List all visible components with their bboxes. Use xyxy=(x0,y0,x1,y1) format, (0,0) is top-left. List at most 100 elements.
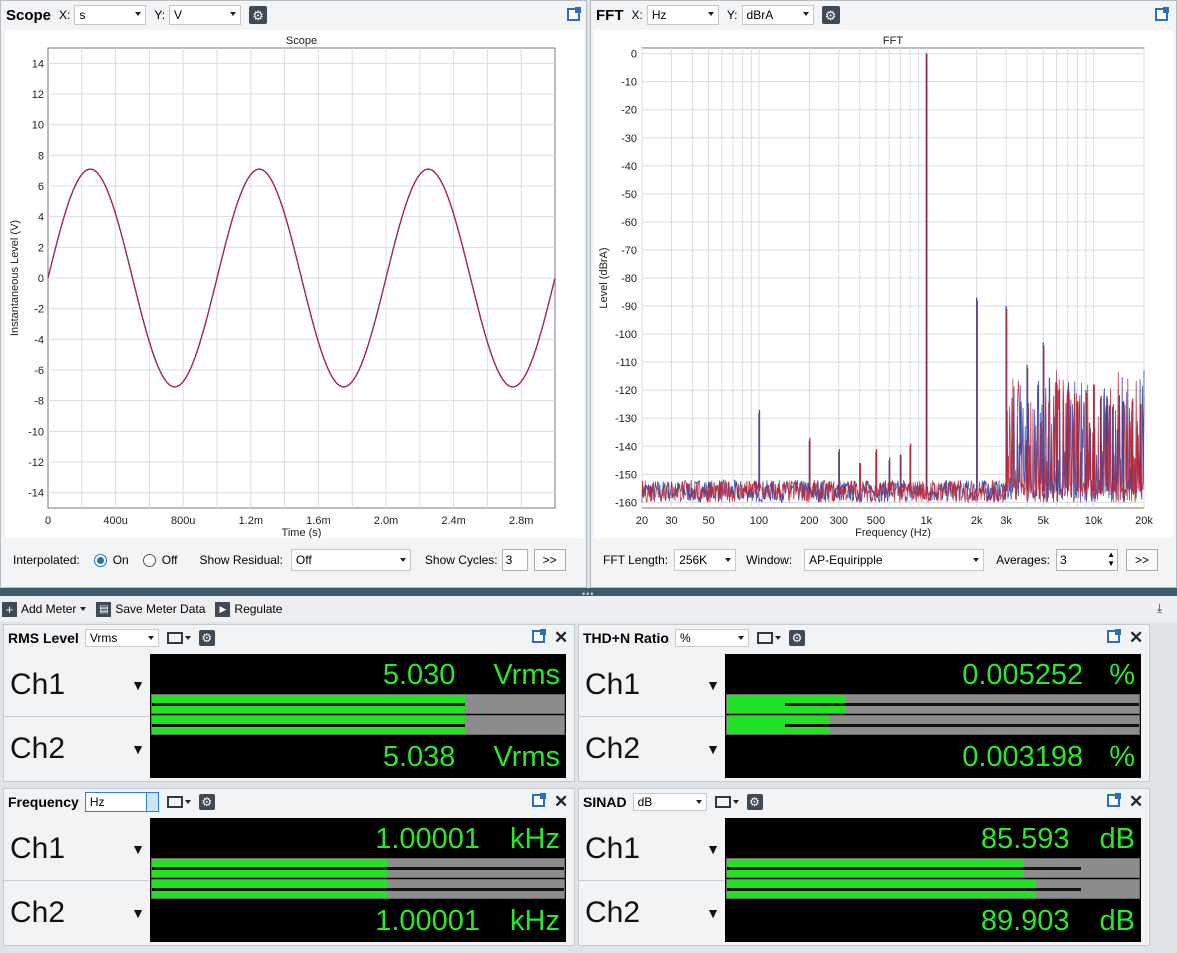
ch1-readout: 85.593 dB xyxy=(725,818,1141,860)
ch1-unit: Vrms xyxy=(493,658,560,691)
x-tick-label: 400u xyxy=(103,515,127,527)
ch2-value: 5.038 xyxy=(382,740,456,773)
interpolated-off-radio[interactable] xyxy=(142,553,156,567)
fft-more-button[interactable]: >> xyxy=(1125,549,1158,571)
ch1-readout: 0.005252% xyxy=(725,654,1141,696)
thdn-display: 0.005252% 0.003198% xyxy=(725,654,1141,778)
gear-icon[interactable]: ⚙ xyxy=(198,794,215,810)
scope-more-button[interactable]: >> xyxy=(533,549,566,571)
chevron-down-icon[interactable] xyxy=(184,800,191,804)
y-tick-label: -2 xyxy=(34,304,44,316)
thdn-unit-select[interactable]: % xyxy=(674,629,749,647)
gear-icon[interactable]: ⚙ xyxy=(821,6,840,24)
close-icon[interactable]: ✕ xyxy=(1129,629,1143,646)
popout-icon[interactable] xyxy=(1107,793,1121,807)
x-tick-label: 1k xyxy=(920,515,932,527)
dropdown-arrow-icon[interactable]: ▼ xyxy=(706,841,720,857)
gear-icon[interactable]: ⚙ xyxy=(746,794,763,810)
y-tick-label: 2 xyxy=(38,242,44,254)
ch1-label-row: Ch1 ▼ xyxy=(4,653,149,716)
scope-x-unit-select[interactable]: s xyxy=(74,5,147,25)
sinad-unit-select[interactable]: dB xyxy=(632,793,707,811)
dropdown-arrow-icon[interactable]: ▼ xyxy=(706,741,720,757)
popout-icon[interactable] xyxy=(532,793,546,807)
ch1-value: 1.00001 xyxy=(375,822,481,855)
meter-title: RMS Level xyxy=(8,630,79,646)
chart-icon[interactable] xyxy=(714,796,731,808)
sinad-meter: SINAD dB ⚙ ✕ Ch1 ▼ Ch2 ▼ 85.593 dB 89.903 dB xyxy=(578,788,1150,946)
dropdown-arrow-icon[interactable]: ▼ xyxy=(131,741,145,757)
ch1-bar-marker xyxy=(727,867,1082,870)
close-icon[interactable]: ✕ xyxy=(554,629,568,646)
y-tick-label: -100 xyxy=(615,329,637,341)
show-residual-select[interactable]: Off xyxy=(290,549,411,571)
meter-title: Frequency xyxy=(8,794,79,810)
interpolated-on-label: On xyxy=(112,553,129,567)
ch1-readout: 1.00001 kHz xyxy=(150,818,566,860)
fft-length-select[interactable]: 256K xyxy=(674,549,737,571)
x-tick-label: 10k xyxy=(1085,515,1103,527)
show-cycles-input[interactable]: 3 xyxy=(501,549,528,571)
rms-unit-value: Vrms xyxy=(89,631,118,645)
x-tick-label: 20 xyxy=(636,515,648,527)
chart-icon[interactable] xyxy=(166,632,183,644)
popout-icon[interactable] xyxy=(1155,7,1169,21)
ch1-level-bar xyxy=(151,858,565,878)
frequency-display: 1.00001 kHz 1.00001 kHz xyxy=(150,818,566,942)
ch2-readout: 0.003198% xyxy=(725,736,1141,778)
download-icon[interactable]: ⤓ xyxy=(1157,601,1162,616)
chevron-down-icon xyxy=(802,12,809,16)
close-icon[interactable]: ✕ xyxy=(554,793,568,810)
chevron-down-icon[interactable] xyxy=(732,800,739,804)
popout-icon[interactable] xyxy=(567,7,581,21)
panel-splitter[interactable]: ••• xyxy=(0,588,1177,599)
ch1-level-bar xyxy=(726,858,1140,878)
ch2-level-bar xyxy=(151,715,565,735)
gear-icon[interactable]: ⚙ xyxy=(198,630,215,646)
fft-y-unit-select[interactable]: dBrA xyxy=(741,5,814,25)
gear-icon[interactable]: ⚙ xyxy=(788,630,805,646)
save-meter-data-button[interactable]: ▤ Save Meter Data xyxy=(96,601,206,617)
rms-unit-select[interactable]: Vrms xyxy=(84,629,159,647)
averages-input[interactable]: 3 ▲ ▼ xyxy=(1055,549,1118,571)
add-meter-button[interactable]: + Add Meter xyxy=(2,601,87,617)
fft-chart: FFT 0 -10 -20 -30 -40 -50 -60 -70 -80 -90 -100 -110 -… xyxy=(598,35,1153,539)
window-select[interactable]: AP-Equiripple xyxy=(804,549,985,571)
ch2-label-row: Ch2 ▼ xyxy=(579,881,724,944)
chevron-down-icon[interactable] xyxy=(184,636,191,640)
popout-icon[interactable] xyxy=(1107,629,1121,643)
y-tick-label: -130 xyxy=(615,413,637,425)
freq-unit-select[interactable]: Hz xyxy=(84,792,159,812)
popout-icon[interactable] xyxy=(532,629,546,643)
chevron-down-icon xyxy=(135,12,142,16)
fft-x-unit-select[interactable]: Hz xyxy=(646,5,719,25)
scope-y-unit-select[interactable]: V xyxy=(169,5,242,25)
dropdown-arrow-icon[interactable]: ▼ xyxy=(131,841,145,857)
interpolated-on-radio[interactable] xyxy=(93,553,107,567)
regulate-button[interactable]: ▶ Regulate xyxy=(215,601,282,617)
sinad-display: 85.593 dB 89.903 dB xyxy=(725,818,1141,942)
dropdown-arrow-icon[interactable]: ▼ xyxy=(131,905,145,921)
ch2-level-bar xyxy=(151,879,565,899)
chart-icon[interactable] xyxy=(166,796,183,808)
scope-y-unit: V xyxy=(174,8,183,22)
spinner-icon[interactable]: ▲ ▼ xyxy=(1107,550,1115,568)
y-tick-label: -12 xyxy=(28,457,44,469)
ch1-value: 85.593 xyxy=(980,822,1070,855)
chevron-down-icon[interactable] xyxy=(774,636,781,640)
y-tick-label: -150 xyxy=(615,469,637,481)
dropdown-arrow-icon[interactable]: ▼ xyxy=(131,677,145,693)
ch2-level-bar xyxy=(726,715,1140,735)
y-tick-label: -14 xyxy=(28,488,44,500)
save-meter-data-label: Save Meter Data xyxy=(115,602,206,616)
x-tick-label: 1.6m xyxy=(306,515,330,527)
gear-icon[interactable]: ⚙ xyxy=(249,6,268,24)
ch1-unit: kHz xyxy=(510,822,560,855)
dropdown-arrow-icon[interactable]: ▼ xyxy=(706,905,720,921)
chart-icon[interactable] xyxy=(756,632,773,644)
close-icon[interactable]: ✕ xyxy=(1129,793,1143,810)
fft-title: FFT xyxy=(596,6,624,24)
interpolated-label: Interpolated: xyxy=(13,553,80,567)
sinad-unit-value: dB xyxy=(637,795,653,809)
dropdown-arrow-icon[interactable]: ▼ xyxy=(706,677,720,693)
